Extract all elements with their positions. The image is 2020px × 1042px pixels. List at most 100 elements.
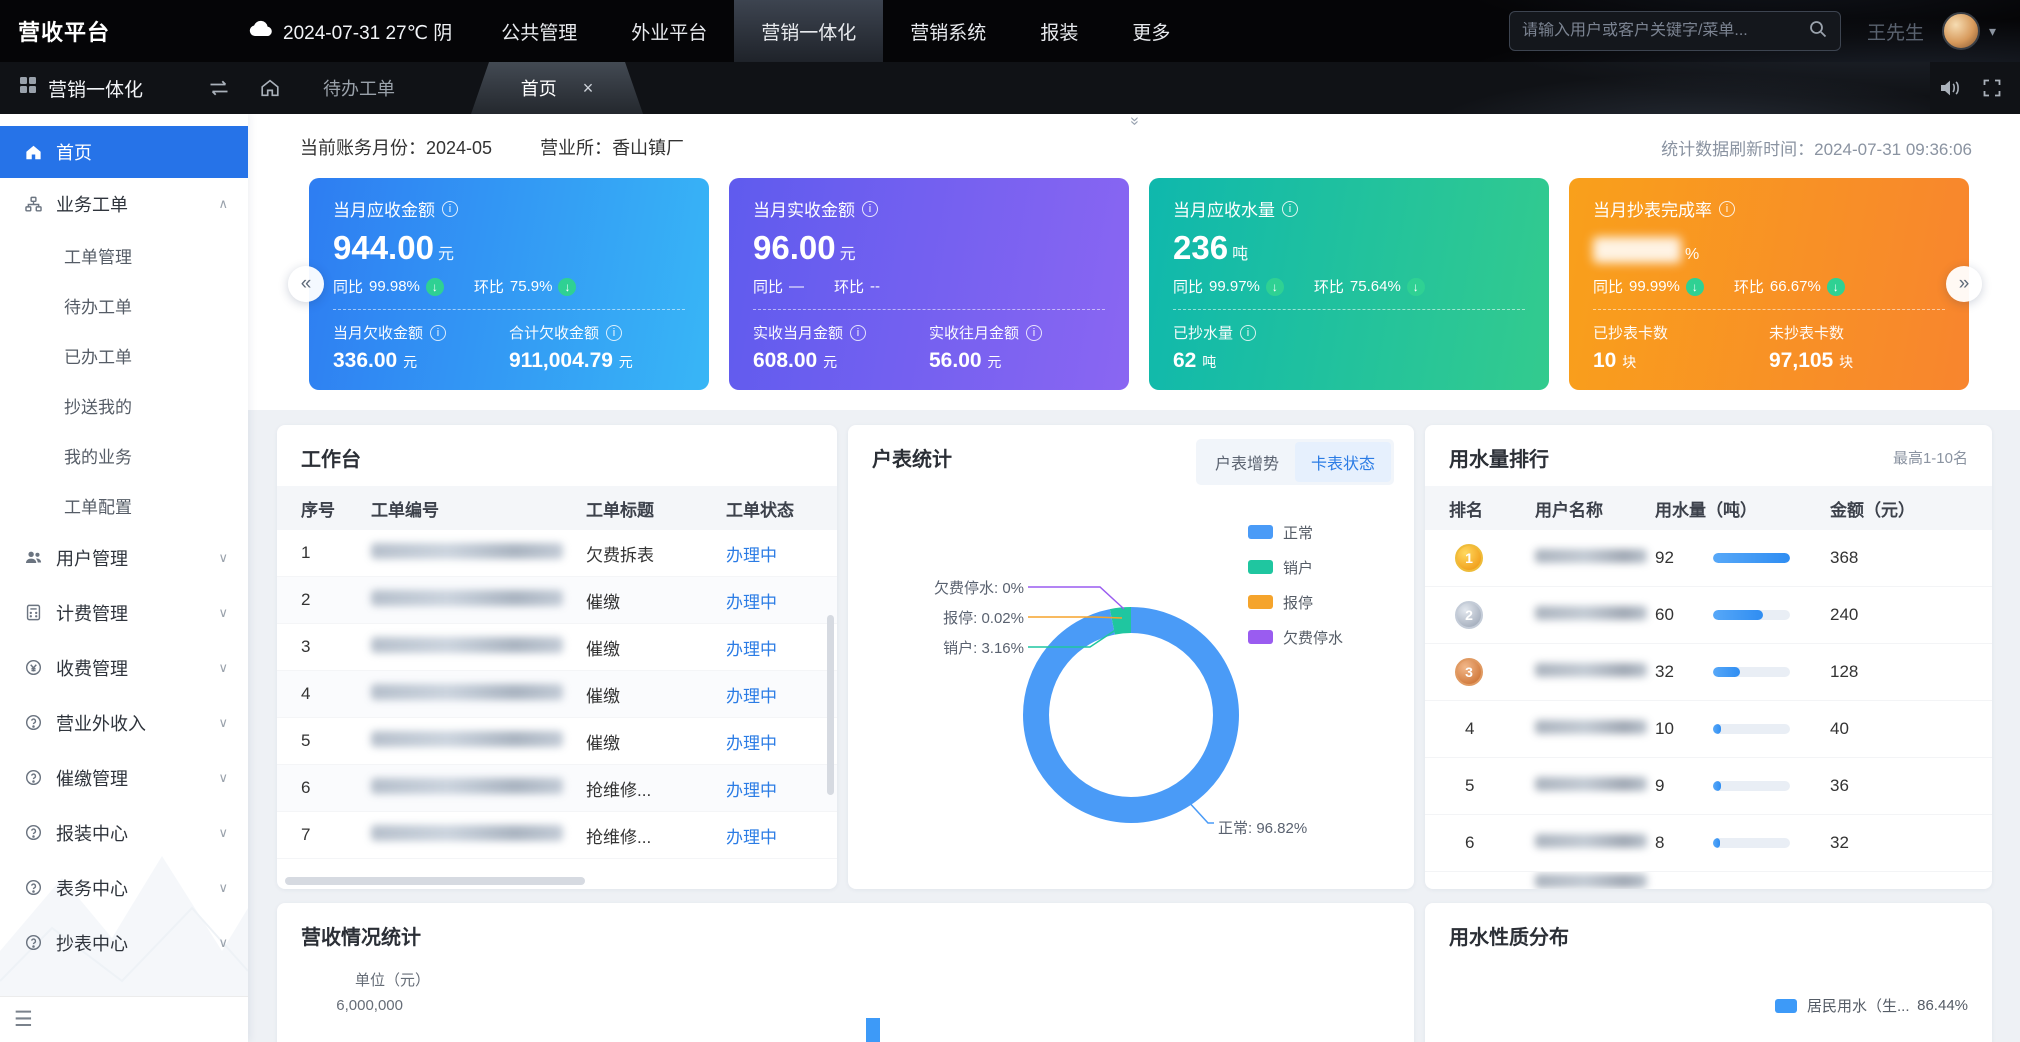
info-icon[interactable]: i [1282, 201, 1298, 217]
ranking-row[interactable]: 5 9 36 [1425, 758, 1992, 815]
divider [1173, 309, 1525, 310]
nav-item-public-mgmt[interactable]: 公共管理 [474, 0, 604, 62]
fullscreen-icon[interactable] [1982, 78, 2002, 98]
callout-paused: 报停: 0.02% [878, 607, 1024, 628]
sidebar-group-other-income[interactable]: 营业外收入 ∨ [0, 695, 248, 750]
sidebar-group-meter-center[interactable]: 表务中心 ∨ [0, 860, 248, 915]
home-icon[interactable] [259, 77, 281, 99]
tab-meter-trend[interactable]: 户表增势 [1199, 442, 1295, 482]
legend-item-cutoff[interactable]: 欠费停水 [1248, 626, 1343, 648]
tab-todo-orders[interactable]: 待办工单 [309, 75, 409, 101]
info-icon[interactable]: i [1719, 201, 1735, 217]
chevron-down-icon: ∨ [218, 770, 228, 786]
users-icon [22, 548, 44, 567]
vertical-scrollbar[interactable] [827, 615, 834, 795]
panel-title: 用水量排行 [1449, 443, 1549, 472]
bar-chart-column [866, 1018, 880, 1042]
legend-item-closed[interactable]: 销户 [1248, 556, 1343, 578]
sidebar-item-cc-me[interactable]: 抄送我的 [0, 380, 248, 430]
sidebar-group-collection[interactable]: 催缴管理 ∨ [0, 750, 248, 805]
ranking-row[interactable]: 4 10 40 [1425, 701, 1992, 758]
ranking-row[interactable]: 3 32 128 [1425, 644, 1992, 701]
status-link[interactable]: 办理中 [726, 781, 777, 800]
avatar[interactable] [1942, 12, 1980, 50]
workbench-panel: 工作台 序号 工单编号 工单标题 工单状态 1 欠费拆表 办理中 2 催缴 办理… [277, 425, 837, 889]
legend-item-residential[interactable]: 居民用水（生... 86.44% [1775, 995, 1968, 1016]
nav-item-marketing-system[interactable]: 营销系统 [883, 0, 1013, 62]
carousel-next-button[interactable]: » [1946, 266, 1982, 302]
info-icon[interactable]: i [862, 201, 878, 217]
divider [1593, 309, 1945, 310]
down-arrow-icon: ↓ [1266, 278, 1284, 296]
date-weather-text: 2024-07-31 27℃ 阴 [283, 18, 452, 45]
collapse-panel-handle[interactable]: « [1112, 114, 1156, 136]
sidebar-group-user-mgmt[interactable]: 用户管理 ∨ [0, 530, 248, 585]
info-icon[interactable]: i [430, 325, 446, 341]
switch-module-icon[interactable] [207, 79, 231, 97]
sub-stat: 实收当月金额i 608.00 元 [753, 322, 929, 373]
y-axis-tick: 6,000,000 [315, 997, 403, 1014]
user-menu-caret-icon[interactable]: ▾ [1989, 23, 1996, 40]
sidebar-item-home[interactable]: 首页 [0, 126, 248, 178]
sidebar-group-work-orders[interactable]: 业务工单 ∧ [0, 178, 248, 230]
legend-item-paused[interactable]: 报停 [1248, 591, 1343, 613]
sub-stat: 已抄表卡数 10 块 [1593, 322, 1769, 373]
status-link[interactable]: 办理中 [726, 687, 777, 706]
nav-item-more[interactable]: 更多 [1105, 0, 1197, 62]
income-icon [22, 713, 44, 732]
info-icon[interactable]: i [850, 325, 866, 341]
info-icon[interactable]: i [442, 201, 458, 217]
status-link[interactable]: 办理中 [726, 828, 777, 847]
down-arrow-icon: ↓ [1827, 278, 1845, 296]
info-icon[interactable]: i [1240, 325, 1256, 341]
horizontal-scrollbar[interactable] [285, 877, 585, 885]
status-link[interactable]: 办理中 [726, 546, 777, 565]
info-icon[interactable]: i [606, 325, 622, 341]
ranking-row[interactable]: 1 92 368 [1425, 530, 1992, 587]
tab-home-active[interactable]: 首页 × [471, 62, 643, 114]
table-row[interactable]: 2 催缴 办理中 [277, 577, 837, 624]
chart-legend: 正常 销户 报停 欠费停水 [1248, 521, 1343, 661]
sidebar-group-reading-center[interactable]: 抄表中心 ∨ [0, 915, 248, 970]
status-link[interactable]: 办理中 [726, 593, 777, 612]
module-title: 营销一体化 [18, 75, 143, 102]
nav-item-installation[interactable]: 报装 [1013, 0, 1105, 62]
menu-list-icon[interactable]: ☰ [14, 1007, 33, 1032]
tab-card-status[interactable]: 卡表状态 [1295, 442, 1391, 482]
nav-item-marketing-integrated[interactable]: 营销一体化 [734, 0, 883, 62]
table-row[interactable]: 6 抢维修... 办理中 [277, 765, 837, 812]
status-link[interactable]: 办理中 [726, 734, 777, 753]
close-tab-icon[interactable]: × [583, 78, 594, 99]
table-row[interactable]: 1 欠费拆表 办理中 [277, 530, 837, 577]
revenue-stats-panel: 营收情况统计 单位（元） 6,000,000 [277, 903, 1414, 1042]
sidebar-item-done-orders[interactable]: 已办工单 [0, 330, 248, 380]
status-link[interactable]: 办理中 [726, 640, 777, 659]
sound-icon[interactable] [1938, 78, 1962, 98]
search-icon[interactable] [1808, 19, 1828, 44]
stat-card-water-volume: 当月应收水量i 236吨 同比99.97%↓ 环比75.64%↓ 已抄水量i 6… [1149, 178, 1549, 390]
account-info-bar: 当前账务月份：2024-05 营业所：香山镇厂 统计数据刷新时间：2024-07… [300, 132, 1972, 162]
app-logo: 营收平台 [18, 15, 110, 47]
install-icon [22, 823, 44, 842]
sidebar-item-todo-orders[interactable]: 待办工单 [0, 280, 248, 330]
nav-item-field-platform[interactable]: 外业平台 [604, 0, 734, 62]
sidebar-group-install-center[interactable]: 报装中心 ∨ [0, 805, 248, 860]
global-search[interactable] [1509, 11, 1841, 51]
carousel-prev-button[interactable]: « [288, 266, 324, 302]
redacted-value [1593, 237, 1681, 263]
calculator-icon [22, 603, 44, 622]
table-row[interactable]: 4 催缴 办理中 [277, 671, 837, 718]
sidebar-item-my-business[interactable]: 我的业务 [0, 430, 248, 480]
legend-item-normal[interactable]: 正常 [1248, 521, 1343, 543]
table-row[interactable]: 7 抢维修... 办理中 [277, 812, 837, 859]
sidebar-group-billing[interactable]: 计费管理 ∨ [0, 585, 248, 640]
ranking-row[interactable]: 6 8 32 [1425, 815, 1992, 872]
ranking-row[interactable]: 2 60 240 [1425, 587, 1992, 644]
search-input[interactable] [1522, 22, 1800, 40]
sidebar-item-order-config[interactable]: 工单配置 [0, 480, 248, 530]
table-row[interactable]: 5 催缴 办理中 [277, 718, 837, 765]
sidebar-group-fees[interactable]: 收费管理 ∨ [0, 640, 248, 695]
info-icon[interactable]: i [1026, 325, 1042, 341]
sidebar-item-order-mgmt[interactable]: 工单管理 [0, 230, 248, 280]
table-row[interactable]: 3 催缴 办理中 [277, 624, 837, 671]
